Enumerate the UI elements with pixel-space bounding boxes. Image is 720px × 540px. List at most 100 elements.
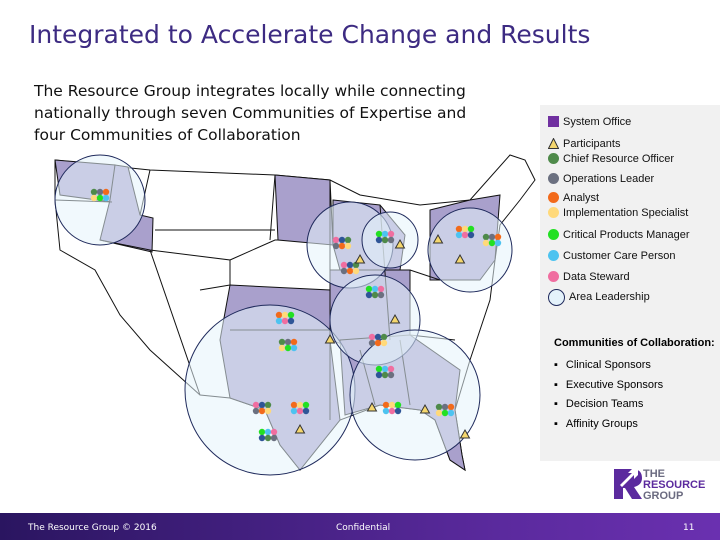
- staff-marker: [338, 242, 346, 250]
- legend-item: Chief Resource Officer: [548, 152, 674, 167]
- staff-marker: [377, 285, 385, 293]
- dot-icon: [548, 173, 559, 184]
- staff-marker: [90, 188, 98, 196]
- legend-label: Chief Resource Officer: [563, 153, 675, 165]
- legend-label: Analyst: [563, 192, 600, 204]
- staff-marker: [371, 291, 379, 299]
- svg-text:GROUP: GROUP: [643, 490, 683, 501]
- footer-copyright: The Resource Group © 2016: [28, 523, 157, 533]
- staff-marker: [374, 333, 382, 341]
- staff-marker: [284, 344, 292, 352]
- staff-marker: [374, 339, 382, 347]
- legend-item: System Office: [548, 115, 631, 130]
- staff-marker: [275, 317, 283, 325]
- staff-marker: [382, 407, 390, 415]
- staff-marker: [332, 242, 340, 250]
- staff-marker: [270, 428, 278, 436]
- square-icon: [548, 116, 559, 127]
- us-map: [54, 154, 536, 476]
- staff-marker: [346, 261, 354, 269]
- staff-marker: [258, 434, 266, 442]
- dot-icon: [548, 250, 559, 261]
- staff-marker: [258, 401, 266, 409]
- staff-marker: [494, 239, 502, 247]
- dot-icon: [548, 192, 559, 203]
- legend-label: Participants: [563, 138, 621, 150]
- staff-marker: [377, 291, 385, 299]
- staff-marker: [264, 401, 272, 409]
- staff-marker: [441, 403, 449, 411]
- legend-item: Critical Products Manager: [548, 228, 690, 243]
- staff-marker: [387, 236, 395, 244]
- staff-marker: [482, 239, 490, 247]
- staff-marker: [435, 403, 443, 411]
- staff-marker: [252, 401, 260, 409]
- staff-marker: [290, 407, 298, 415]
- staff-marker: [96, 194, 104, 202]
- community-item: Affinity Groups: [554, 415, 715, 435]
- staff-marker: [394, 401, 402, 409]
- staff-marker: [488, 233, 496, 241]
- area-leadership-circle: [427, 207, 513, 293]
- intro-text: The Resource Group integrates locally wh…: [34, 82, 467, 144]
- legend-label: Implementation Specialist: [563, 207, 689, 219]
- legend-item: Area Leadership: [548, 289, 650, 306]
- slide-title: Integrated to Accelerate Change and Resu…: [29, 20, 591, 49]
- staff-marker: [394, 407, 402, 415]
- staff-marker: [344, 242, 352, 250]
- staff-marker: [447, 409, 455, 417]
- staff-marker: [264, 434, 272, 442]
- staff-marker: [368, 333, 376, 341]
- staff-marker: [290, 401, 298, 409]
- staff-marker: [275, 311, 283, 319]
- staff-marker: [281, 317, 289, 325]
- legend-label: System Office: [563, 116, 632, 128]
- staff-marker: [284, 338, 292, 346]
- staff-marker: [296, 401, 304, 409]
- staff-marker: [296, 407, 304, 415]
- legend-item: Implementation Specialist: [548, 206, 688, 221]
- community-item: Clinical Sponsors: [554, 356, 715, 376]
- staff-marker: [102, 194, 110, 202]
- footer-confidential: Confidential: [336, 523, 391, 533]
- staff-marker: [455, 231, 463, 239]
- staff-marker: [338, 236, 346, 244]
- staff-marker: [447, 403, 455, 411]
- area-circle-icon: [548, 289, 565, 306]
- staff-marker: [371, 285, 379, 293]
- staff-marker: [278, 344, 286, 352]
- footer-bar: The Resource Group © 2016 Confidential 1…: [0, 513, 720, 540]
- staff-marker: [252, 407, 260, 415]
- staff-marker: [287, 317, 295, 325]
- staff-marker: [102, 188, 110, 196]
- staff-marker: [352, 267, 360, 275]
- company-logo: THE RESOURCE GROUP: [614, 468, 705, 501]
- staff-marker: [375, 230, 383, 238]
- staff-marker: [302, 401, 310, 409]
- staff-marker: [388, 407, 396, 415]
- staff-marker: [375, 236, 383, 244]
- legend-label: Data Steward: [563, 271, 630, 283]
- staff-marker: [380, 333, 388, 341]
- community-item: Executive Sponsors: [554, 376, 715, 396]
- legend-label: Operations Leader: [563, 173, 655, 185]
- dot-icon: [548, 153, 559, 164]
- dot-icon: [548, 229, 559, 240]
- area-leadership-circle: [184, 304, 356, 476]
- staff-marker: [365, 285, 373, 293]
- legend-label: Customer Care Person: [563, 250, 676, 262]
- staff-marker: [387, 230, 395, 238]
- staff-marker: [290, 344, 298, 352]
- staff-marker: [388, 401, 396, 409]
- legend-item: Operations Leader: [548, 172, 654, 187]
- legend-label: Area Leadership: [569, 291, 650, 303]
- staff-marker: [381, 365, 389, 373]
- staff-marker: [96, 188, 104, 196]
- staff-marker: [332, 236, 340, 244]
- staff-marker: [346, 267, 354, 275]
- communities-heading: Communities of Collaboration:: [554, 337, 715, 349]
- staff-marker: [264, 407, 272, 415]
- staff-marker: [435, 409, 443, 417]
- staff-marker: [387, 371, 395, 379]
- staff-marker: [258, 407, 266, 415]
